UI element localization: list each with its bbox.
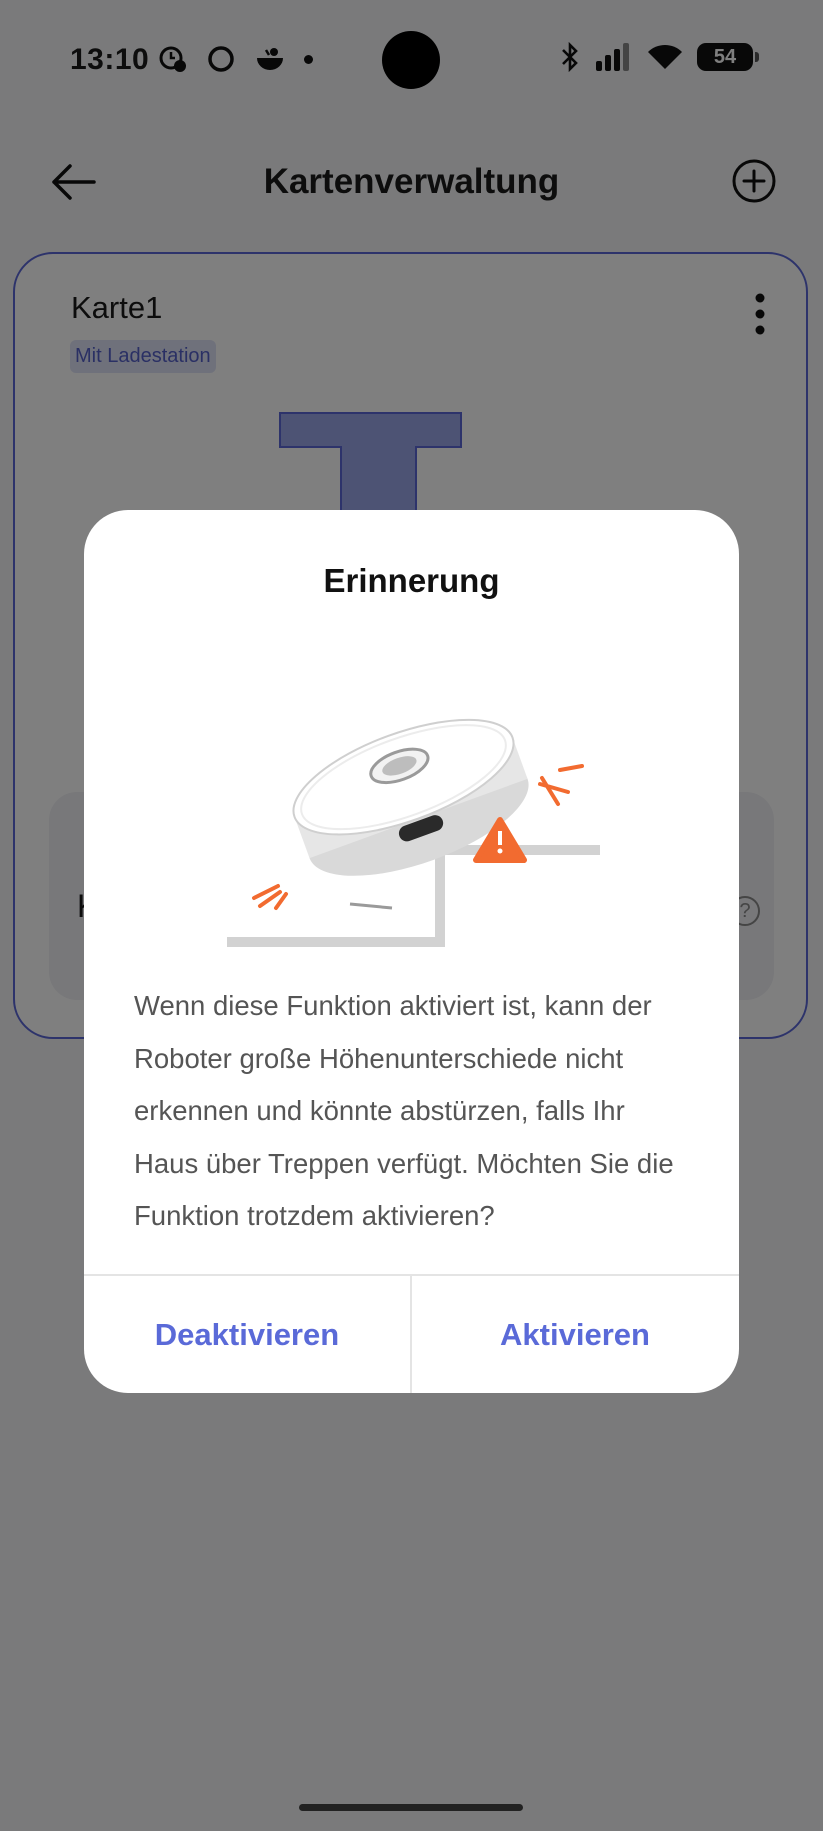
activate-button[interactable]: Aktivieren [412,1276,738,1393]
home-indicator[interactable] [299,1804,523,1811]
deactivate-button[interactable]: Deaktivieren [84,1276,410,1393]
reminder-dialog: Erinnerung Wenn diese Funktion aktiviert… [84,510,739,1393]
robot-vacuum-falling-stairs-illustration [227,718,600,947]
dialog-title: Erinnerung [323,562,500,599]
dialog-message: Wenn diese Funktion aktiviert ist, kann … [134,990,674,1231]
